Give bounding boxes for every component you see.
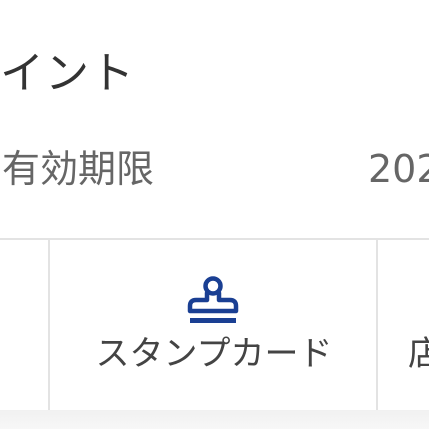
tab-store[interactable]: 店 bbox=[376, 240, 429, 410]
tab-previous[interactable] bbox=[0, 240, 48, 410]
expiry-label: 有効期限 bbox=[2, 147, 155, 191]
tab-store-label: 店 bbox=[408, 334, 429, 374]
tab-stamp-card[interactable]: スタンプカード bbox=[48, 240, 378, 410]
stamp-icon bbox=[187, 276, 239, 323]
tab-stamp-card-label: スタンプカード bbox=[95, 334, 333, 374]
expiry-date: 202 bbox=[368, 147, 429, 191]
tab-bar: スタンプカード 店 bbox=[0, 238, 429, 412]
tabbar-shadow bbox=[0, 410, 429, 429]
points-title: イント bbox=[0, 48, 135, 99]
